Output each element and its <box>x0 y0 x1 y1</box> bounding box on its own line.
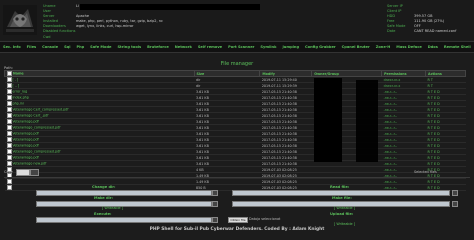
divider <box>4 177 470 178</box>
nav-item[interactable]: Mass Deface <box>396 45 422 49</box>
owner-redaction <box>314 78 342 162</box>
footer-credit: PHP Shell for Sub-il Pub Cyberwar Defend… <box>149 227 325 232</box>
upload-label: Upload file: <box>330 212 354 216</box>
redaction-block <box>80 4 260 10</box>
row-checkbox[interactable] <box>6 77 12 82</box>
change-dir-submit[interactable] <box>212 190 218 196</box>
make-dir-input[interactable] <box>36 201 212 207</box>
row-checkbox[interactable] <box>6 89 12 94</box>
nav-item[interactable]: Safe Mode <box>90 45 111 49</box>
nav-item[interactable]: Jumping <box>282 45 299 49</box>
nav-item[interactable]: Sec. Info <box>3 45 21 49</box>
copy-go-button[interactable] <box>30 169 39 176</box>
row-checkbox[interactable] <box>6 179 12 184</box>
file-name-text[interactable]: Veteranlogo.pdf <box>13 120 39 124</box>
row-checkbox[interactable] <box>6 125 12 130</box>
nav-item[interactable]: Cpanel Bruter <box>342 45 370 49</box>
nav-item[interactable]: Bruteforce <box>147 45 169 49</box>
change-dir-input[interactable] <box>36 190 212 196</box>
file-name-text[interactable]: Veteranlogo.pdf <box>13 156 39 160</box>
row-checkbox[interactable] <box>6 113 12 118</box>
skull-logo-icon <box>3 5 37 35</box>
server-ip-values: 399.57 GB 111.90 GB (27%) OFF CANT READ … <box>414 4 472 35</box>
file-table: Name Size Modify Owner/Group Permissions… <box>4 70 466 191</box>
file-name-text[interactable]: Veteranlogo.pdf <box>13 132 39 136</box>
nav-item[interactable]: Files <box>27 45 37 49</box>
row-checkbox[interactable] <box>6 95 12 100</box>
select-all-checkbox[interactable] <box>7 71 12 76</box>
file-name-text[interactable]: [ .. ] <box>13 84 20 88</box>
row-checkbox[interactable] <box>6 137 12 142</box>
make-file-writeable: [ Writeable ] <box>334 206 356 210</box>
file-name-text[interactable]: Veteranlogo_compressed.pdf <box>13 126 61 130</box>
nav-item[interactable]: Network <box>175 45 192 49</box>
nav-item[interactable]: Ddos <box>428 45 438 49</box>
row-checkbox[interactable] <box>6 101 12 106</box>
file-manager-title: File manager <box>220 61 254 67</box>
execute-input[interactable] <box>36 217 212 223</box>
copy-action-select[interactable] <box>16 169 30 176</box>
row-checkbox[interactable] <box>6 155 12 160</box>
main-nav: Sec. Info Files Console Sql Php Safe Mod… <box>0 41 474 53</box>
nav-item[interactable]: Zone-H <box>376 45 391 49</box>
file-name-text[interactable]: Veteranlogo_compressed.pdf <box>13 150 61 154</box>
make-dir-label: Make dir: <box>94 196 113 200</box>
file-name-text[interactable]: Veteranlogo Cert_compressed.pdf <box>13 108 69 112</box>
row-checkbox[interactable] <box>6 185 12 190</box>
nav-item[interactable]: Symlink <box>260 45 276 49</box>
read-file-submit[interactable] <box>452 190 458 196</box>
change-dir-label: Change dir: <box>92 185 116 189</box>
row-checkbox[interactable] <box>6 131 12 136</box>
make-file-submit[interactable] <box>452 201 458 207</box>
row-checkbox[interactable] <box>6 143 12 148</box>
perm-redaction <box>356 80 378 162</box>
make-dir-submit[interactable] <box>212 201 218 207</box>
execute-submit[interactable] <box>212 217 218 223</box>
upload-status: Datoja seleccionat <box>249 217 281 221</box>
selected-files-label: Selected files <box>414 170 437 174</box>
info-value: CANT READ named.conf <box>414 29 457 34</box>
row-checkbox[interactable] <box>6 149 12 154</box>
nav-item[interactable]: Self remove <box>198 45 222 49</box>
nav-item[interactable]: String tools <box>117 45 141 49</box>
nav-item[interactable]: Port Scanner <box>228 45 254 49</box>
make-file-label: Make file: <box>332 196 352 200</box>
make-dir-writeable: [ Writeable ] <box>102 206 124 210</box>
file-name-text[interactable]: Veteranlogo.pdf <box>13 144 39 148</box>
nav-item[interactable]: Console <box>42 45 58 49</box>
upload-writeable: [ Writeable ] <box>334 222 356 226</box>
nav-item[interactable]: Sql <box>64 45 70 49</box>
file-name-text[interactable]: Veteranlogo new.pdf <box>13 162 47 166</box>
server-ip-labels: Server IP Client IP HDD Free Safe Mode D… <box>387 4 417 35</box>
info-label: Date <box>387 29 396 34</box>
info-value <box>76 35 206 40</box>
row-checkbox[interactable] <box>6 119 12 124</box>
row-checkbox[interactable] <box>6 161 12 166</box>
copy-label: Copy <box>4 170 13 174</box>
nav-item[interactable]: Remote Shell <box>444 45 471 49</box>
file-name-text[interactable]: error_log <box>13 90 28 94</box>
nav-item[interactable]: Php <box>76 45 84 49</box>
file-name-text[interactable]: [ . ] <box>13 78 19 82</box>
nav-item[interactable]: Config Grabber <box>305 45 336 49</box>
execute-label: Execute: <box>94 212 112 216</box>
row-checkbox[interactable] <box>6 107 12 112</box>
choose-file-button[interactable]: Obtsin file <box>228 217 248 223</box>
row-checkbox[interactable] <box>6 83 12 88</box>
file-name-text[interactable]: php.ini <box>13 102 24 106</box>
file-name-text[interactable]: index.php <box>13 96 29 100</box>
file-name-text[interactable]: Veteranlogo Cert_.pdf <box>13 114 49 118</box>
file-name-text[interactable]: Veteranlogo.pdf <box>13 138 39 142</box>
read-file-label: Read file: <box>330 185 350 189</box>
